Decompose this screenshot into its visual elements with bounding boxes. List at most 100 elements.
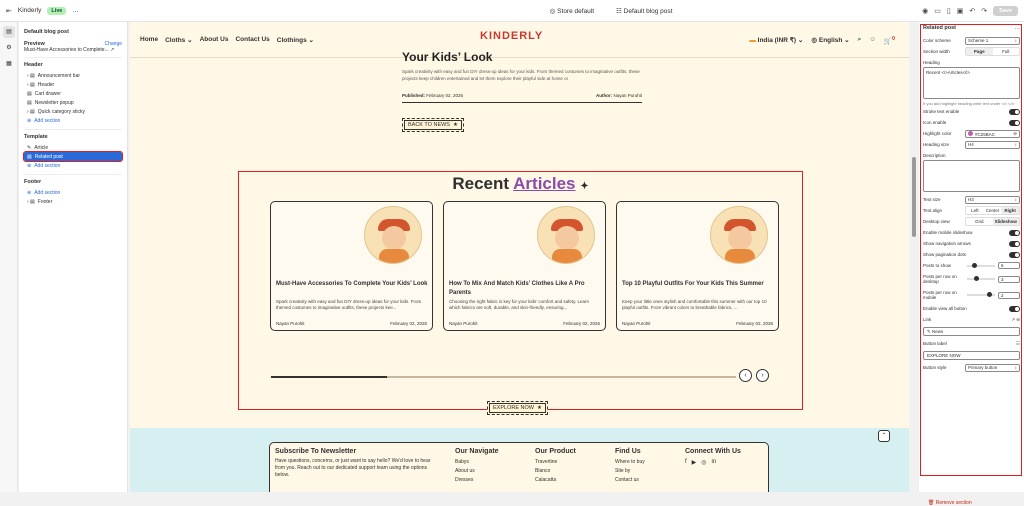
footer-link[interactable]: Calacatta — [535, 476, 595, 485]
mobile-slideshow-toggle[interactable] — [1009, 229, 1020, 236]
add-section-button[interactable]: ⊕ Add section — [24, 188, 122, 197]
section-item[interactable]: › ▤ Quick category sticky — [24, 107, 122, 116]
preview-scrollbar[interactable] — [910, 22, 918, 492]
section-item[interactable]: › ▤ Footer — [24, 197, 122, 206]
footer-link[interactable]: Travertine — [535, 458, 595, 467]
segment-option[interactable]: Slideshow — [992, 218, 1019, 225]
exit-icon[interactable]: ⇤ — [6, 7, 12, 15]
footer-link[interactable]: Dresses — [455, 476, 515, 485]
add-section-button[interactable]: ⊕ Add section — [24, 116, 122, 125]
pagination-toggle[interactable] — [1009, 251, 1020, 258]
dynamic-source-icon[interactable]: ☷ — [1016, 341, 1020, 347]
nav-clothings[interactable]: Clothings ⌄ — [277, 36, 314, 44]
desktop-view-toggle[interactable]: Grid Slideshow — [965, 217, 1020, 226]
section-item[interactable]: ▤ Cart drawer — [24, 89, 122, 98]
sections-icon[interactable]: ▤ — [3, 26, 15, 38]
link-actions[interactable]: ↗ ⊖ — [1011, 317, 1020, 323]
article-card[interactable]: Top 10 Playful Outfits For Your Kids Thi… — [616, 201, 779, 331]
country-selector[interactable]: ▬ India (INR ₹) ⌄ — [749, 36, 803, 45]
fullscreen-icon[interactable]: ▣ — [957, 7, 964, 15]
heading-textarea[interactable]: Recent <i>Articles</i> — [923, 67, 1020, 99]
settings-more-button[interactable]: … — [1015, 25, 1021, 31]
footer-link[interactable]: Site by — [615, 467, 665, 476]
color-scheme-select[interactable]: Scheme 1 ↕ — [965, 36, 1020, 45]
nav-contact[interactable]: Contact Us — [235, 36, 269, 44]
posts-slider[interactable] — [967, 262, 995, 268]
mobile-icon[interactable]: ▯ — [947, 7, 951, 15]
segment-option[interactable]: Grid — [966, 218, 993, 225]
nav-about[interactable]: About Us — [200, 36, 229, 44]
nav-home[interactable]: Home — [140, 36, 158, 44]
slider-knob[interactable] — [972, 262, 977, 268]
section-item[interactable]: ✎ Article — [24, 143, 122, 152]
icon-toggle[interactable] — [1009, 119, 1020, 126]
text-size-select[interactable]: H3 ↕ — [965, 195, 1020, 204]
search-icon[interactable]: ⌕ — [858, 36, 862, 45]
scroll-top-button[interactable]: ⌃ — [878, 430, 890, 442]
card-title[interactable]: How To Mix And Match Kids’ Clothes Like … — [449, 280, 601, 298]
segment-option[interactable]: Left — [966, 207, 984, 214]
clear-icon[interactable]: ⊖ — [1013, 131, 1017, 137]
redo-icon[interactable]: ↷ — [981, 7, 987, 15]
button-style-select[interactable]: Primary button ↕ — [965, 363, 1020, 372]
section-item[interactable]: › ▤ Announcement bar — [24, 71, 122, 80]
facebook-icon[interactable]: f — [685, 459, 687, 466]
highlight-color-picker[interactable]: #C25BAC ⊖ — [965, 129, 1020, 138]
card-title[interactable]: Top 10 Playful Outfits For Your Kids Thi… — [622, 280, 774, 289]
linkedin-icon[interactable]: in — [712, 459, 717, 466]
preview-value[interactable]: Must-Have Accessories to Complete... ↗ — [24, 47, 122, 53]
add-section-button[interactable]: ⊕ Add section — [24, 161, 122, 170]
footer-link[interactable]: Contact us — [615, 476, 665, 485]
segment-option[interactable]: Right — [1001, 207, 1020, 214]
nav-arrows-toggle[interactable] — [1009, 240, 1020, 247]
footer-link[interactable]: About us — [455, 467, 515, 476]
section-item-selected[interactable]: ▤ Related post — [23, 151, 123, 162]
article-card[interactable]: Must-Have Accessories To Complete Your K… — [270, 201, 433, 331]
stroke-toggle[interactable] — [1009, 108, 1020, 115]
cart-icon[interactable]: 🛒0 — [884, 36, 895, 45]
description-textarea[interactable] — [923, 160, 1020, 192]
slider-knob[interactable] — [987, 292, 992, 297]
youtube-icon[interactable]: ▶ — [692, 459, 697, 466]
section-width-toggle[interactable]: Page Full — [965, 47, 1020, 56]
account-icon[interactable]: ☺ — [869, 36, 876, 45]
link-input[interactable]: ✎ News — [923, 327, 1020, 336]
row-mobile-input[interactable]: 2 — [998, 291, 1020, 299]
section-item[interactable]: ▤ Newsletter popup — [24, 98, 122, 107]
nav-cloths[interactable]: Cloths ⌄ — [165, 36, 193, 44]
remove-section-button[interactable]: 🗑 Remove section — [928, 500, 972, 506]
view-all-toggle[interactable] — [1009, 305, 1020, 312]
store-selector[interactable]: ◎ Store default — [550, 7, 594, 15]
segment-option[interactable]: Page — [966, 48, 993, 55]
explore-now-button[interactable]: EXPLORE NOW ★ — [487, 401, 548, 415]
row-desktop-input[interactable]: 3 — [998, 275, 1020, 283]
footer-link[interactable]: Babys — [455, 458, 515, 467]
heading-size-select[interactable]: H4 ↕ — [965, 140, 1020, 149]
segment-option[interactable]: Full — [993, 48, 1020, 55]
site-logo[interactable]: KINDERLY — [480, 30, 543, 42]
section-item[interactable]: › ▤ Header — [24, 80, 122, 89]
preview-icon[interactable]: ◉ — [922, 7, 928, 15]
back-to-news-button[interactable]: BACK TO NEWS ★ — [402, 118, 464, 132]
scroll-thumb[interactable] — [912, 157, 916, 237]
posts-input[interactable]: 6 — [998, 262, 1020, 269]
instagram-icon[interactable]: ◎ — [701, 459, 706, 466]
save-button[interactable]: Save — [993, 5, 1018, 16]
apps-icon[interactable]: ▦ — [3, 58, 15, 70]
language-selector[interactable]: ◎ English ⌄ — [811, 36, 849, 45]
button-label-input[interactable]: EXPLORE NOW — [923, 351, 1020, 360]
article-card[interactable]: How To Mix And Match Kids’ Clothes Like … — [443, 201, 606, 331]
progress-slider[interactable] — [271, 376, 736, 378]
related-post-section[interactable]: Recent Articles ✦ Must-Have Accessories … — [238, 171, 803, 415]
undo-icon[interactable]: ↶ — [969, 7, 975, 15]
desktop-icon[interactable]: ▭ — [934, 7, 941, 15]
card-title[interactable]: Must-Have Accessories To Complete Your K… — [276, 280, 428, 289]
row-desktop-slider[interactable] — [967, 276, 995, 281]
next-arrow[interactable]: › — [756, 369, 769, 382]
footer-link[interactable]: Where to buy — [615, 458, 665, 467]
prev-arrow[interactable]: ‹ — [739, 369, 752, 382]
row-mobile-slider[interactable] — [967, 292, 995, 297]
settings-icon[interactable]: ⚙ — [3, 42, 15, 54]
slider-knob[interactable] — [974, 276, 979, 281]
footer-link[interactable]: Blanco — [535, 467, 595, 476]
